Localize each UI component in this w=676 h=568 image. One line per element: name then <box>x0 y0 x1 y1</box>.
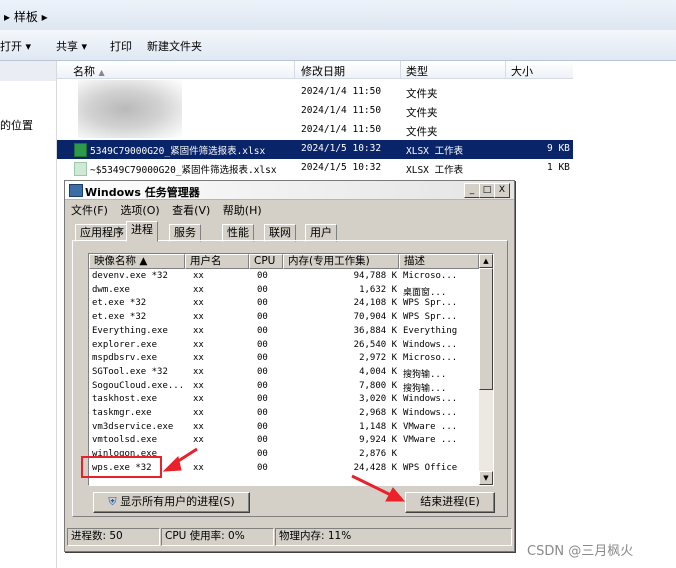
tab-processes[interactable]: 进程 <box>126 221 158 242</box>
arrow-to-end-line <box>351 474 394 498</box>
annotation-arrows <box>162 447 406 502</box>
watermark: CSDN @三月枫火 <box>527 544 634 559</box>
arrow-to-wps-head <box>162 456 182 472</box>
